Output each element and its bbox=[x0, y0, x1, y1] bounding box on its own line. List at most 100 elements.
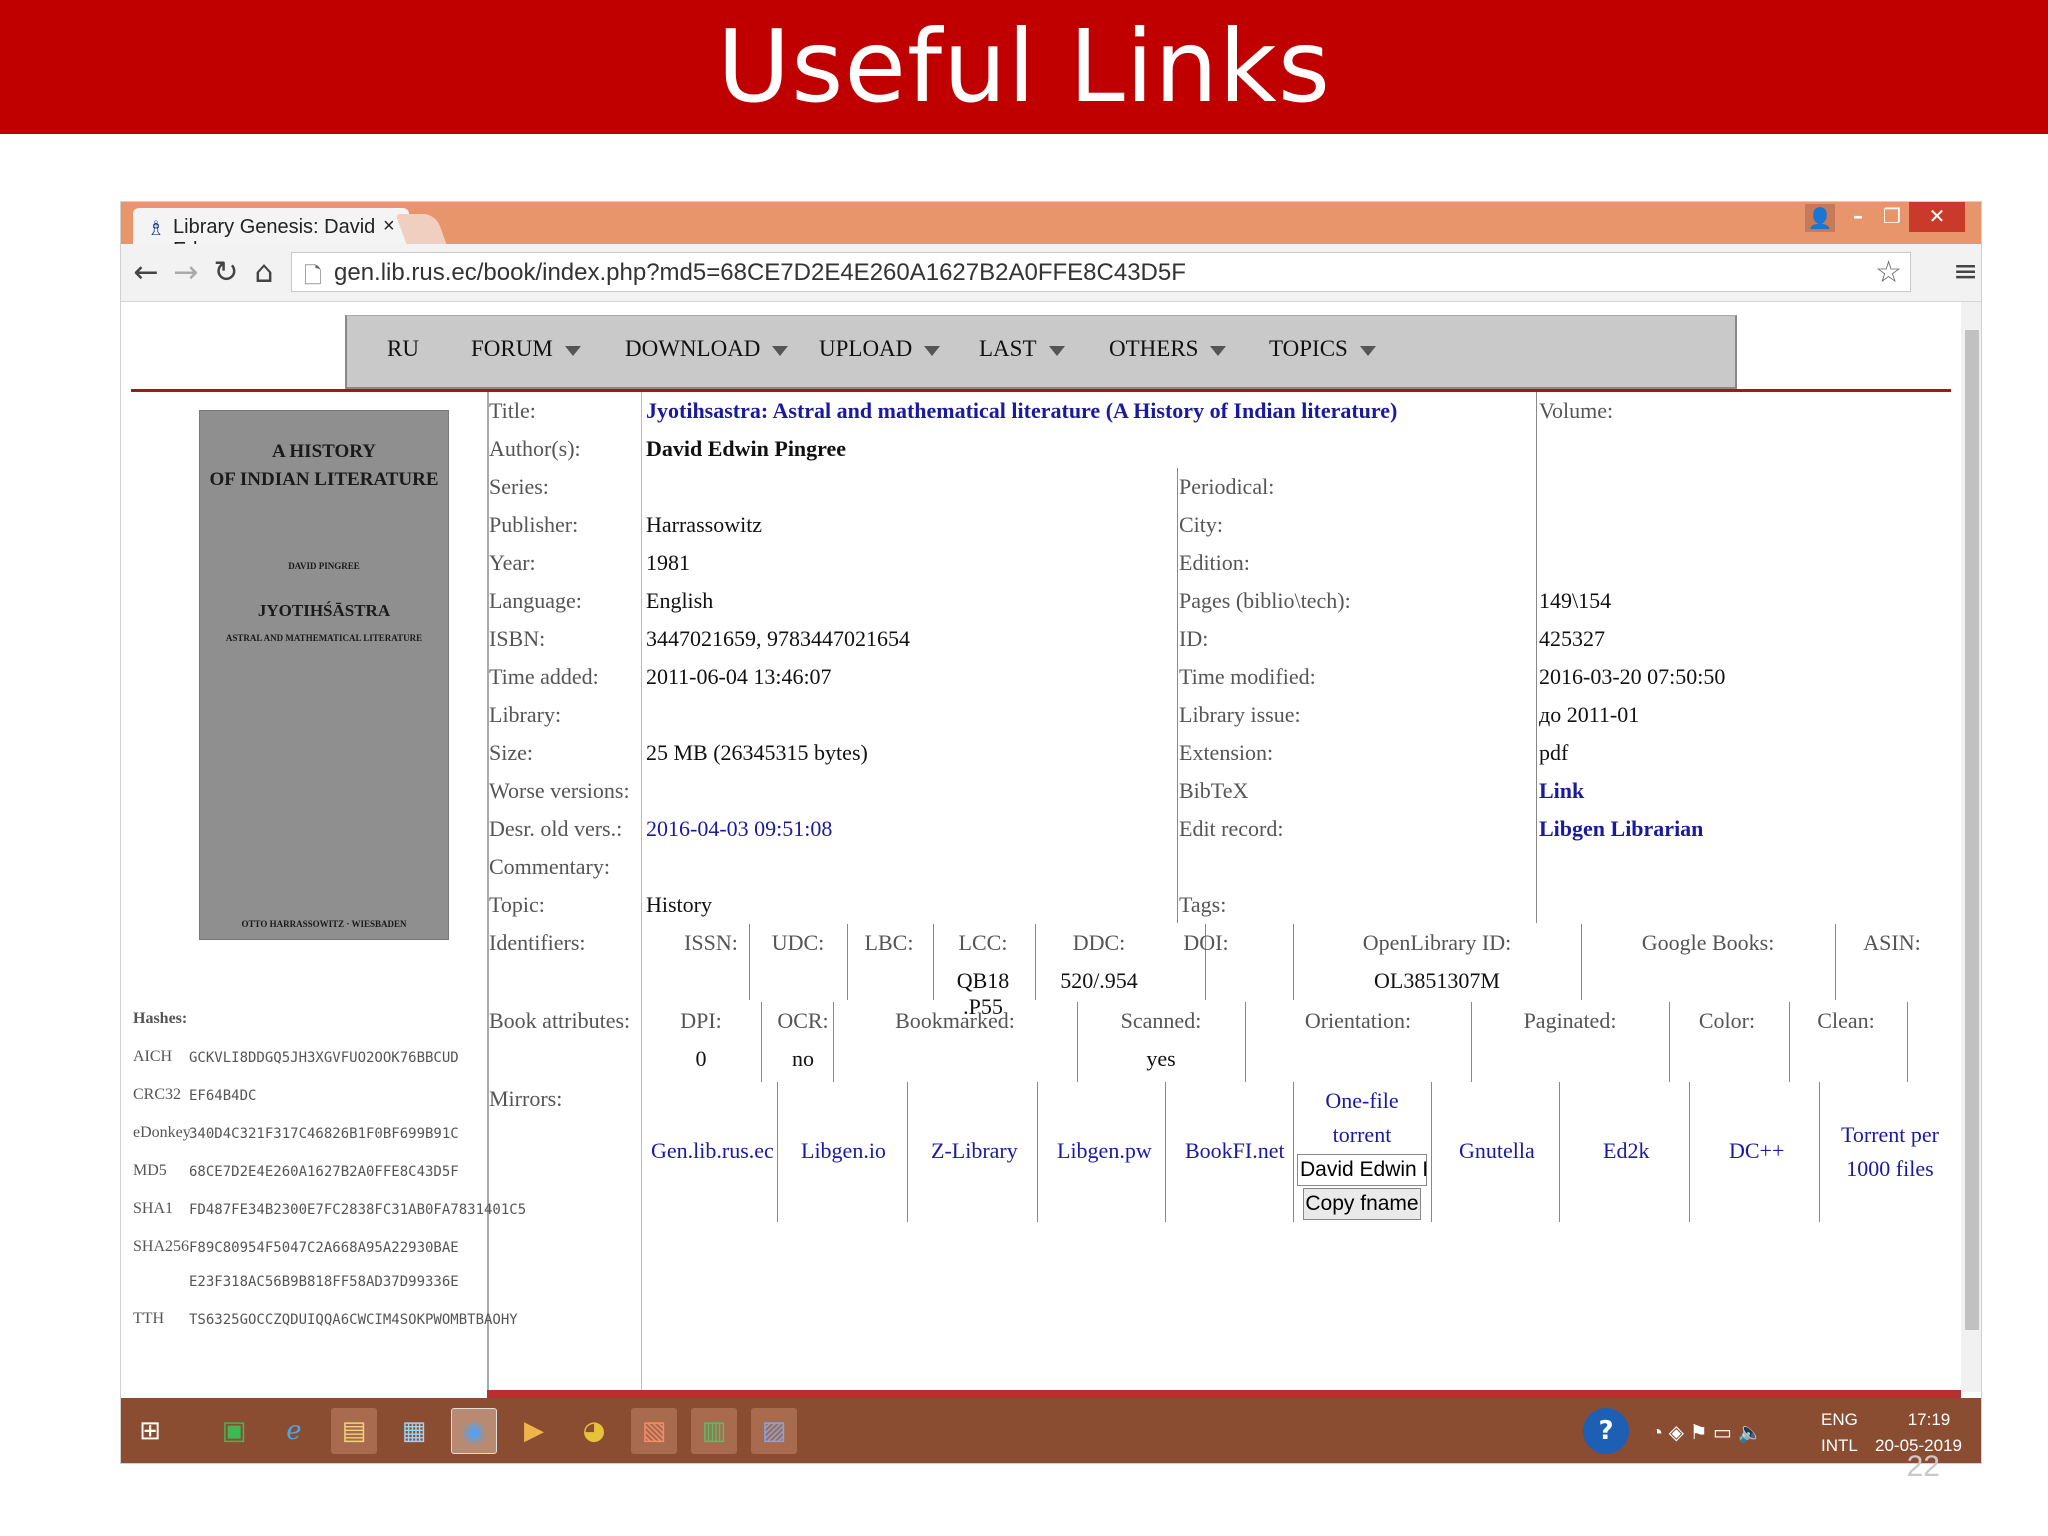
help-icon[interactable]: ? bbox=[1583, 1408, 1629, 1454]
nav-download[interactable]: DOWNLOAD bbox=[625, 336, 789, 362]
pdf-icon[interactable]: ▧ bbox=[631, 1408, 677, 1454]
menu-icon[interactable]: ≡ bbox=[1953, 254, 1978, 289]
mirror-zlibrary[interactable]: Z-Library bbox=[931, 1138, 1018, 1164]
chrome-icon[interactable]: ◕ bbox=[571, 1408, 617, 1454]
mirror-libgen-io[interactable]: Libgen.io bbox=[801, 1138, 886, 1164]
desr-link[interactable]: 2016-04-03 09:51:08 bbox=[646, 816, 832, 842]
site-navbar: RU FORUM DOWNLOAD UPLOAD LAST OTHERS TOP… bbox=[345, 315, 1737, 389]
nav-ru[interactable]: RU bbox=[387, 336, 419, 362]
word-icon[interactable]: ▨ bbox=[751, 1408, 797, 1454]
ocr-value: no bbox=[792, 1046, 814, 1071]
cover-publisher: OTTO HARRASSOWITZ · WIESBADEN bbox=[241, 919, 407, 929]
issn-label: ISSN: bbox=[684, 930, 738, 955]
torrent-per-1000-link-line1[interactable]: Torrent per bbox=[1825, 1122, 1955, 1148]
bibtex-link[interactable]: Link bbox=[1539, 778, 1584, 804]
url-text: gen.lib.rus.ec/book/index.php?md5=68CE7D… bbox=[334, 259, 1186, 286]
id-label: ID: bbox=[1179, 626, 1209, 651]
home-icon[interactable]: ⌂ bbox=[249, 254, 279, 292]
fname-input[interactable]: David Edwin Pingree bbox=[1297, 1154, 1427, 1186]
scrollbar-thumb[interactable] bbox=[1965, 330, 1979, 1330]
topic-value: History bbox=[646, 892, 712, 917]
close-button[interactable]: ✕ bbox=[1909, 202, 1965, 232]
book-title-link[interactable]: Jyotihsastra: Astral and mathematical li… bbox=[646, 398, 1397, 424]
bibtex-label: BibTeX bbox=[1179, 778, 1249, 803]
openlibrary-label: OpenLibrary ID: bbox=[1362, 930, 1512, 955]
reload-icon[interactable]: ↻ bbox=[211, 254, 241, 292]
nav-upload[interactable]: UPLOAD bbox=[819, 336, 941, 362]
volume-label: Volume: bbox=[1539, 398, 1614, 423]
network-icon[interactable]: ▦ bbox=[391, 1408, 437, 1454]
ocr-label: OCR: bbox=[777, 1008, 829, 1033]
md5-value: 68CE7D2E4E260A1627B2A0FFE8C43D5F bbox=[189, 1164, 459, 1180]
mirrors-label: Mirrors: bbox=[489, 1086, 563, 1111]
orientation-label: Orientation: bbox=[1304, 1008, 1412, 1033]
copy-fname-button[interactable]: Copy fname bbox=[1303, 1188, 1421, 1220]
one-file-torrent-link-line2[interactable]: torrent bbox=[1297, 1122, 1427, 1148]
size-label: Size: bbox=[489, 740, 533, 765]
doi-label: DOI: bbox=[1183, 930, 1229, 955]
bookmark-star-icon[interactable]: ☆ bbox=[1875, 255, 1902, 290]
ie-icon[interactable]: ℯ bbox=[271, 1408, 317, 1454]
tab-close-icon[interactable]: × bbox=[383, 215, 395, 238]
time-modified-label: Time modified: bbox=[1179, 664, 1316, 689]
book-cover-image[interactable]: A HISTORY OF INDIAN LITERATURE DAVID PIN… bbox=[199, 410, 449, 940]
one-file-torrent-link-line1[interactable]: One-file bbox=[1297, 1088, 1427, 1114]
page-icon: 🗋 bbox=[304, 263, 322, 288]
torrent-per-1000-link-line2[interactable]: 1000 files bbox=[1825, 1156, 1955, 1182]
worse-versions-label: Worse versions: bbox=[489, 778, 630, 803]
year-value: 1981 bbox=[646, 550, 690, 575]
media-player-icon[interactable]: ▶ bbox=[511, 1408, 557, 1454]
mirror-bookfi[interactable]: BookFI.net bbox=[1185, 1138, 1285, 1164]
restore-button[interactable]: ❐ bbox=[1875, 202, 1909, 232]
mirror-libgen-pw[interactable]: Libgen.pw bbox=[1057, 1138, 1152, 1164]
cell-divider bbox=[1907, 1002, 1908, 1082]
identifiers-label: Identifiers: bbox=[489, 930, 586, 955]
minimize-button[interactable]: – bbox=[1841, 202, 1875, 232]
clean-label: Clean: bbox=[1817, 1008, 1875, 1033]
language-line2[interactable]: INTL bbox=[1821, 1436, 1858, 1456]
chrome-active-icon[interactable]: ◉ bbox=[451, 1408, 497, 1454]
address-bar[interactable]: 🗋 gen.lib.rus.ec/book/index.php?md5=68CE… bbox=[291, 252, 1911, 292]
mirror-dcpp[interactable]: DC++ bbox=[1729, 1138, 1784, 1164]
nav-others[interactable]: OTHERS bbox=[1109, 336, 1227, 362]
language-line1[interactable]: ENG bbox=[1821, 1410, 1858, 1430]
sha256-label: SHA256 bbox=[133, 1238, 190, 1255]
forward-icon[interactable]: → bbox=[171, 254, 201, 292]
windows-start-icon[interactable]: ⊞ bbox=[127, 1408, 173, 1454]
clock-time[interactable]: 17:19 bbox=[1899, 1410, 1959, 1430]
cell-divider bbox=[749, 924, 750, 1000]
mirror-ed2k[interactable]: Ed2k bbox=[1603, 1138, 1649, 1164]
user-icon[interactable]: 👤 bbox=[1805, 204, 1835, 232]
excel-icon[interactable]: ▥ bbox=[691, 1408, 737, 1454]
author-link[interactable]: David Edwin Pingree bbox=[646, 436, 846, 462]
file-explorer-icon[interactable]: ▤ bbox=[331, 1408, 377, 1454]
nav-last[interactable]: LAST bbox=[979, 336, 1065, 362]
label-divider bbox=[641, 392, 642, 1414]
time-modified-value: 2016-03-20 07:50:50 bbox=[1539, 664, 1726, 689]
cover-line1: A HISTORY bbox=[271, 441, 377, 462]
slide-number: 22 bbox=[1906, 1450, 1940, 1483]
browser-tab[interactable]: ♗ Library Genesis: David Edv × bbox=[133, 208, 409, 261]
md5-label: MD5 bbox=[133, 1162, 167, 1179]
cell-divider bbox=[777, 1082, 778, 1222]
nav-topics[interactable]: TOPICS bbox=[1269, 336, 1376, 362]
mirror-gnutella[interactable]: Gnutella bbox=[1459, 1138, 1535, 1164]
aich-label: AICH bbox=[133, 1048, 173, 1065]
ddc-value: 520/.954 bbox=[1060, 968, 1138, 993]
caret-down-icon bbox=[1048, 345, 1065, 356]
libgen-librarian-link[interactable]: Libgen Librarian bbox=[1539, 816, 1703, 842]
nav-others-label: OTHERS bbox=[1109, 336, 1199, 361]
nav-forum[interactable]: FORUM bbox=[471, 336, 581, 362]
periodical-label: Periodical: bbox=[1179, 474, 1275, 499]
tray-icons[interactable]: ◔ ◈ ⚑ ▭ 🔈 bbox=[1651, 1420, 1762, 1445]
mirror-genlib[interactable]: Gen.lib.rus.ec bbox=[651, 1138, 774, 1164]
back-icon[interactable]: ← bbox=[131, 254, 161, 292]
series-label: Series: bbox=[489, 474, 549, 499]
store-icon[interactable]: ▣ bbox=[211, 1408, 257, 1454]
cell-divider bbox=[761, 1002, 762, 1082]
middle-divider bbox=[1177, 468, 1178, 923]
tth-label: TTH bbox=[133, 1310, 165, 1327]
browser-toolbar: ← → ↻ ⌂ 🗋 gen.lib.rus.ec/book/index.php?… bbox=[121, 244, 1981, 302]
pages-value: 149\154 bbox=[1539, 588, 1612, 613]
cell-divider bbox=[833, 1002, 834, 1082]
